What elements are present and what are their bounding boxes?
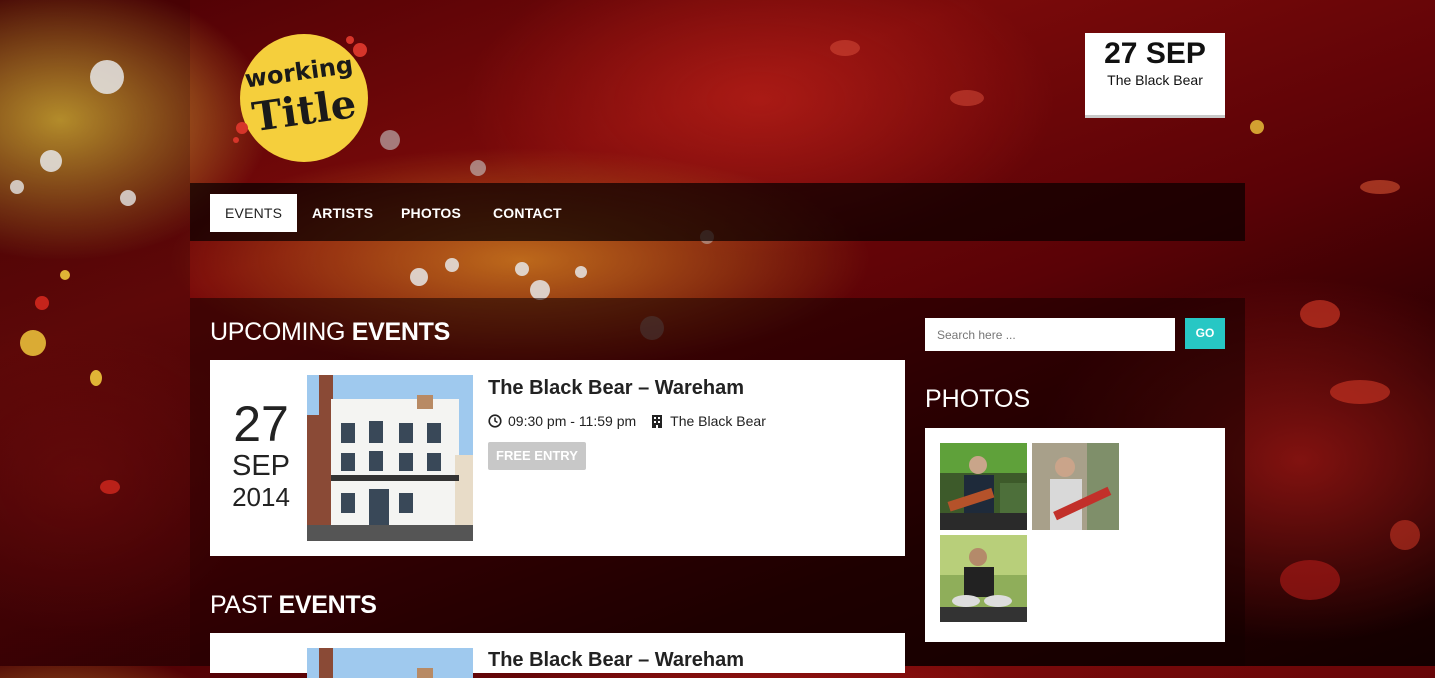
event-meta: 09:30 pm - 11:59 pm The Black Bear bbox=[488, 413, 766, 429]
photo-thumbnail[interactable] bbox=[940, 535, 1027, 622]
photos-widget bbox=[925, 428, 1225, 642]
event-card[interactable]: 27 SEP 2014 The Black Bear – Wareham 09:… bbox=[210, 360, 905, 556]
past-heading-bold: EVENTS bbox=[278, 591, 377, 619]
event-image[interactable] bbox=[307, 375, 473, 541]
event-month: SEP bbox=[231, 450, 291, 482]
building-icon bbox=[652, 415, 663, 428]
search-input[interactable] bbox=[925, 318, 1175, 351]
site-logo[interactable]: working Title bbox=[232, 28, 372, 164]
past-events-heading: PAST EVENTS bbox=[210, 591, 377, 620]
nav-item-contact[interactable]: CONTACT bbox=[493, 194, 562, 232]
clock-icon bbox=[488, 414, 502, 428]
event-time: 09:30 pm - 11:59 pm bbox=[508, 413, 637, 429]
next-event-box[interactable]: 27 SEP The Black Bear bbox=[1085, 33, 1225, 118]
past-event-title[interactable]: The Black Bear – Wareham bbox=[488, 649, 744, 672]
event-day: 27 bbox=[233, 396, 289, 452]
past-heading-light: PAST bbox=[210, 591, 272, 619]
past-event-card[interactable]: The Black Bear – Wareham bbox=[210, 633, 905, 678]
past-event-image[interactable] bbox=[307, 648, 473, 678]
logo-image: working Title bbox=[233, 34, 368, 162]
upcoming-heading-bold: EVENTS bbox=[351, 318, 451, 346]
event-year: 2014 bbox=[232, 482, 290, 512]
free-entry-badge: FREE ENTRY bbox=[488, 442, 586, 470]
event-title[interactable]: The Black Bear – Wareham bbox=[488, 377, 744, 400]
photos-widget-title: PHOTOS bbox=[925, 385, 1031, 413]
upcoming-heading-light: UPCOMING bbox=[210, 318, 346, 346]
nav-item-events[interactable]: EVENTS bbox=[210, 194, 298, 232]
main-navigation: EVENTS ARTISTS PHOTOS CONTACT bbox=[190, 183, 1245, 241]
nav-item-photos[interactable]: PHOTOS bbox=[401, 194, 461, 232]
next-event-date: 27 SEP bbox=[1104, 37, 1206, 70]
search-go-button[interactable]: GO bbox=[1185, 318, 1225, 349]
photo-thumbnail[interactable] bbox=[1032, 443, 1119, 530]
event-date: 27 SEP 2014 bbox=[230, 398, 292, 512]
upcoming-events-heading: UPCOMING EVENTS bbox=[210, 318, 450, 347]
nav-item-artists[interactable]: ARTISTS bbox=[312, 194, 373, 232]
next-event-venue: The Black Bear bbox=[1107, 72, 1203, 88]
event-venue[interactable]: The Black Bear bbox=[670, 413, 766, 429]
photo-thumbnail[interactable] bbox=[940, 443, 1027, 530]
